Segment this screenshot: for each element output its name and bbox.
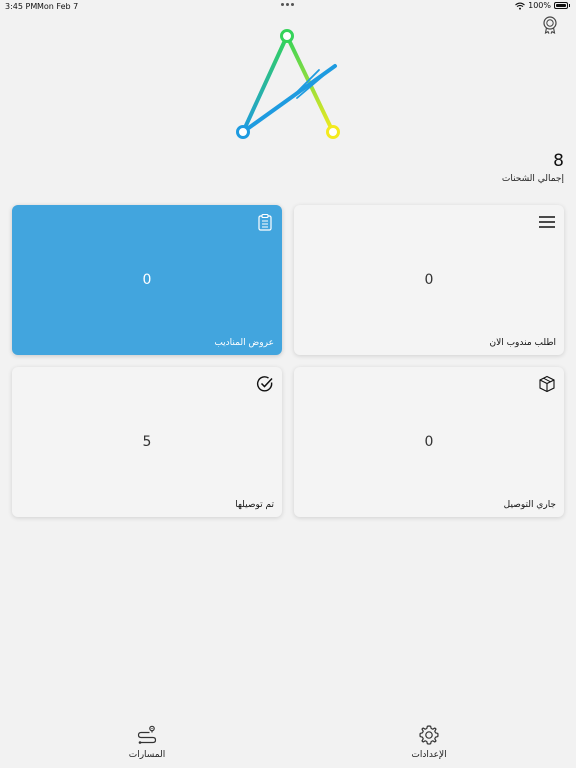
total-shipments-count: 8 <box>553 151 564 171</box>
card-label: عروض المناديب <box>214 338 274 348</box>
package-icon <box>539 375 555 393</box>
nav-settings-label: الإعدادات <box>411 750 447 760</box>
battery-icon <box>554 2 568 9</box>
nav-routes[interactable]: المسارات <box>107 724 187 760</box>
multitasking-dots-icon[interactable] <box>281 3 294 6</box>
status-date: Mon Feb 7 <box>37 2 79 11</box>
status-right: 100% <box>515 1 570 10</box>
card-shipping-offers[interactable]: 0 عروض المناديب <box>12 205 282 355</box>
nav-routes-label: المسارات <box>128 750 166 760</box>
total-shipments-label: إجمالي الشحنات <box>501 174 564 184</box>
card-label: اطلب مندوب الان <box>489 338 556 348</box>
status-time: 3:45 PM <box>5 2 38 11</box>
route-icon <box>137 725 157 744</box>
card-value: 0 <box>142 272 152 288</box>
battery-percent: 100% <box>528 1 551 10</box>
award-badge-icon[interactable] <box>540 15 560 35</box>
card-in-delivery[interactable]: 0 جاري التوصيل <box>294 367 564 517</box>
card-label: تم توصيلها <box>235 500 274 510</box>
check-circle-icon <box>256 376 273 392</box>
card-request-agent[interactable]: 0 اطلب مندوب الان <box>294 205 564 355</box>
status-bar: 3:45 PM Mon Feb 7 100% <box>0 0 576 14</box>
card-delivered[interactable]: 5 تم توصيلها <box>12 367 282 517</box>
menu-icon <box>539 216 555 228</box>
wifi-icon <box>515 2 525 10</box>
nav-settings[interactable]: الإعدادات <box>389 724 469 760</box>
card-value: 0 <box>424 272 434 288</box>
card-value: 5 <box>142 434 152 450</box>
battery-tip <box>569 4 570 7</box>
app-logo <box>236 29 340 139</box>
gear-icon <box>419 725 439 745</box>
card-value: 0 <box>424 434 434 450</box>
clipboard-icon <box>258 213 272 231</box>
card-label: جاري التوصيل <box>503 500 556 510</box>
